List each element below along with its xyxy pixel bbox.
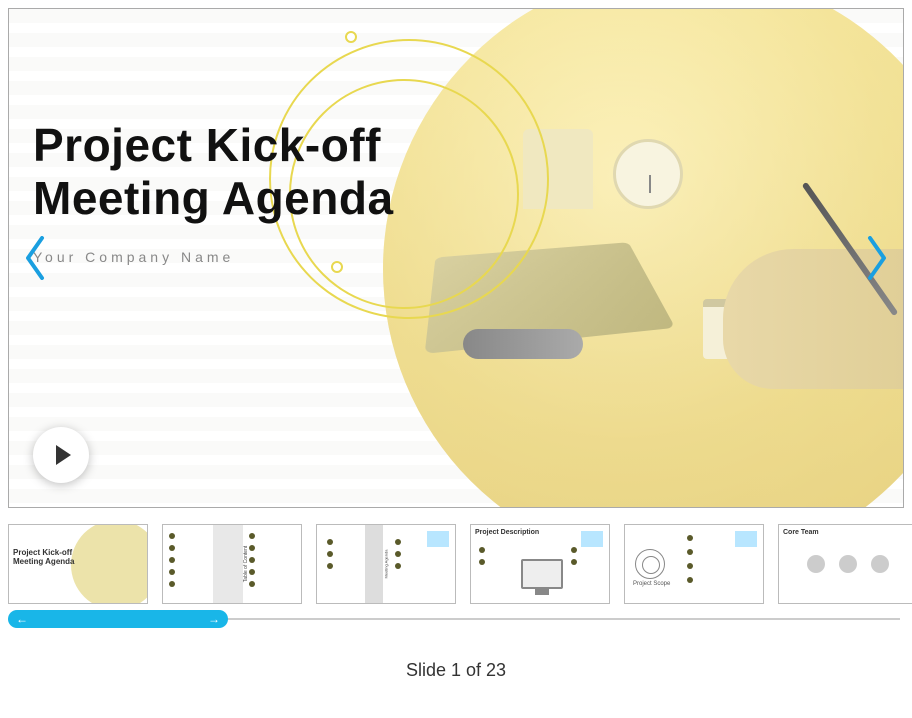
thumb-list-left [327, 539, 337, 569]
ring-dot [331, 261, 343, 273]
thumbnail-5[interactable]: Project Scope [624, 524, 764, 604]
thumbnail-2[interactable]: Table of Content [162, 524, 302, 604]
next-slide-button[interactable] [861, 230, 891, 286]
avatar-row [779, 555, 912, 575]
arrow-left-icon: ← [16, 612, 28, 626]
thumbnail-scrollbar-track[interactable]: ← → [8, 618, 900, 620]
thumb-list [687, 535, 697, 583]
sticky-note [427, 531, 449, 547]
thumb-hero-circle [71, 524, 148, 604]
thumbnail-4[interactable]: Project Description [470, 524, 610, 604]
ring-dot [345, 31, 357, 43]
slide-counter: Slide 1 of 23 [0, 660, 912, 681]
thumbnail-3[interactable]: Meeting Agenda [316, 524, 456, 604]
thumbnail-title: Project Description [475, 529, 539, 536]
chevron-right-icon [864, 236, 888, 280]
thumbnail-title: Core Team [783, 529, 819, 536]
counter-total: 23 [486, 660, 506, 680]
thumbnail-title: Meeting Agenda [384, 539, 389, 589]
clock-illustration [613, 139, 683, 209]
slide-title-line1: Project Kick-off [33, 119, 381, 171]
thumb-list-left [479, 547, 489, 565]
thumbnail-scrollbar-thumb[interactable]: ← → [8, 610, 228, 628]
counter-current: 1 [451, 660, 461, 680]
thumb-list-left [169, 533, 179, 587]
thumb-vbar [213, 525, 243, 603]
thumbnail-6[interactable]: Core Team [778, 524, 912, 604]
sticky-note [581, 531, 603, 547]
chevron-left-icon [24, 236, 48, 280]
thumb-list-right [571, 547, 581, 565]
avatar [871, 555, 889, 573]
monitor-illustration [521, 559, 563, 589]
glasses-illustration [463, 329, 583, 359]
monitor-stand [535, 589, 549, 595]
thumb-list-right [395, 539, 405, 569]
thumbnail-title: Table of Content [243, 534, 249, 594]
thumbnail-title: Project Scope [633, 581, 670, 587]
thumbnail-title: Project Kick-off Meeting Agenda [13, 549, 74, 567]
slide-title: Project Kick-off Meeting Agenda [33, 119, 394, 225]
slide-title-line2: Meeting Agenda [33, 172, 394, 224]
play-button[interactable] [33, 427, 89, 483]
slide-subtitle: Your Company Name [33, 249, 234, 265]
counter-prefix: Slide [406, 660, 451, 680]
counter-of: of [461, 660, 486, 680]
sticky-note [735, 531, 757, 547]
avatar [807, 555, 825, 573]
thumb-vbar [365, 525, 383, 603]
thumb-list-right [249, 533, 259, 587]
thumbnail-1[interactable]: Project Kick-off Meeting Agenda [8, 524, 148, 604]
target-icon [635, 549, 665, 579]
avatar [839, 555, 857, 573]
prev-slide-button[interactable] [21, 230, 51, 286]
arrow-right-icon: → [208, 612, 220, 626]
thumbnail-strip: Project Kick-off Meeting Agenda Table of… [0, 516, 912, 604]
main-slide-viewer: Project Kick-off Meeting Agenda Your Com… [8, 8, 904, 508]
